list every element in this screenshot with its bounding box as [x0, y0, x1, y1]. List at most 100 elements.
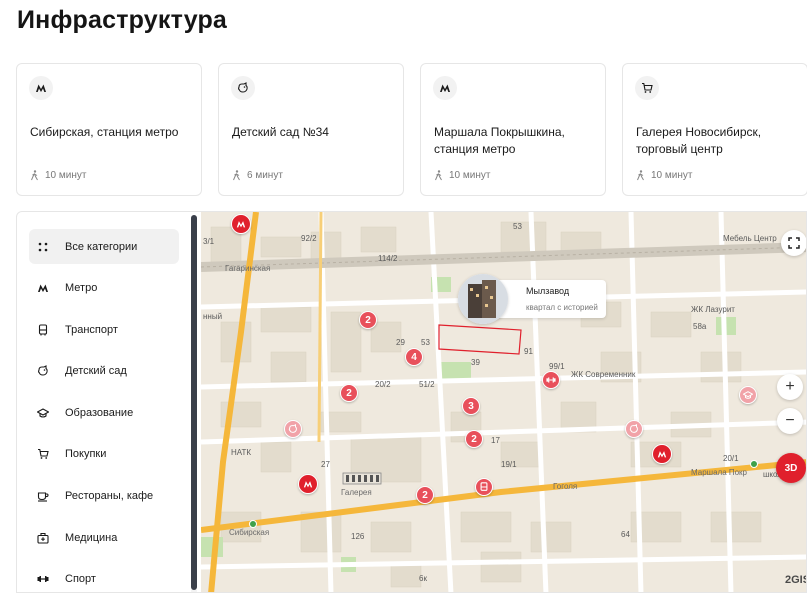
- category-kindergarten[interactable]: Детский сад: [29, 354, 179, 389]
- map-base: [201, 212, 806, 592]
- infra-card[interactable]: Галерея Новосибирск, торговый центр 10 м…: [622, 63, 807, 196]
- walking-icon: [233, 170, 240, 181]
- category-label: Рестораны, кафе: [65, 490, 154, 503]
- map-building-number: 6к: [419, 574, 427, 583]
- kindergarten-icon: [37, 365, 49, 377]
- map-label-zhk-sovremennik: ЖК Современник: [571, 370, 636, 379]
- metro-icon: [236, 221, 246, 228]
- infra-card[interactable]: Детский сад №34 6 минут: [218, 63, 404, 196]
- category-restaurants[interactable]: Рестораны, кафе: [29, 479, 179, 514]
- medical-bag-icon: [37, 532, 49, 544]
- map-label-mebel: Мебель Центр: [723, 234, 777, 243]
- zoom-in-button[interactable]: +: [777, 374, 803, 400]
- metro-pin-sibirskaya[interactable]: [298, 474, 318, 494]
- metro-icon: [657, 451, 667, 458]
- project-thumbnail: [458, 274, 508, 324]
- card-time-label: 6 минут: [247, 170, 283, 181]
- map-building-number: 17: [491, 436, 500, 445]
- card-time: 10 минут: [30, 170, 86, 181]
- infrastructure-cards: Сибирская, станция метро 10 минут Детски…: [16, 63, 807, 196]
- category-label: Образование: [65, 406, 134, 419]
- metro-station-dot: [249, 520, 257, 528]
- category-shopping[interactable]: Покупки: [29, 437, 179, 472]
- category-metro[interactable]: Метро: [29, 271, 179, 306]
- card-time-label: 10 минут: [449, 170, 491, 181]
- kindergarten-icon: [629, 424, 638, 433]
- shopping-cart-icon: [635, 76, 659, 100]
- bus-icon: [37, 324, 49, 336]
- map-building-number: 19/1: [501, 460, 517, 469]
- metro-pin-gagarinskaya[interactable]: [231, 214, 251, 234]
- category-label: Все категории: [65, 240, 138, 253]
- map-building-number: 92/2: [301, 234, 317, 243]
- map-building-number: 29: [396, 338, 405, 347]
- cluster-pin[interactable]: 2: [340, 384, 358, 402]
- cluster-pin[interactable]: 2: [465, 430, 483, 448]
- dumbbell-icon: [546, 377, 556, 383]
- dumbbell-icon: [37, 573, 49, 585]
- map-building-number: 64: [621, 530, 630, 539]
- card-time-label: 10 минут: [651, 170, 693, 181]
- map-building-number: 114/2: [378, 254, 398, 263]
- map-label-ennyi: нный: [203, 312, 223, 321]
- fullscreen-button[interactable]: [781, 230, 806, 256]
- kindergarten-pin[interactable]: [284, 420, 302, 438]
- graduation-cap-icon: [743, 391, 753, 399]
- category-label: Медицина: [65, 531, 118, 544]
- project-callout[interactable]: Мылзавод квартал с историей: [458, 274, 606, 324]
- scrollbar-thumb[interactable]: [191, 215, 197, 590]
- category-label: Транспорт: [65, 323, 118, 336]
- map-building-number: 53: [421, 338, 430, 347]
- kindergarten-icon: [231, 76, 255, 100]
- card-time: 6 минут: [232, 170, 283, 181]
- transport-pin[interactable]: [475, 478, 493, 496]
- 3d-view-button[interactable]: 3D: [776, 453, 806, 483]
- callout-title: Мылзавод: [526, 286, 570, 296]
- map-building-number: 27: [321, 460, 330, 469]
- cluster-pin[interactable]: 3: [462, 397, 480, 415]
- map-building-number: 3/1: [203, 237, 215, 246]
- card-time-label: 10 минут: [45, 170, 87, 181]
- category-transport[interactable]: Транспорт: [29, 312, 179, 347]
- map-label-zhk-lazurit: ЖК Лазурит: [691, 305, 735, 314]
- map-building-number: 20/2: [375, 380, 391, 389]
- coffee-cup-icon: [37, 490, 49, 502]
- category-label: Спорт: [65, 573, 96, 586]
- 2gis-logo: 2GIS: [785, 574, 806, 586]
- card-name: Галерея Новосибирск, торговый центр: [636, 125, 762, 156]
- infra-card[interactable]: Сибирская, станция метро 10 минут: [16, 63, 202, 196]
- map-label-gagarinskaya: Гагаринская: [225, 264, 271, 273]
- card-name: Детский сад №34: [232, 125, 329, 139]
- sport-pin[interactable]: [542, 371, 560, 389]
- category-medicine[interactable]: Медицина: [29, 520, 179, 555]
- metro-icon: [303, 481, 313, 488]
- card-time: 10 минут: [434, 170, 490, 181]
- education-pin[interactable]: [739, 386, 757, 404]
- kindergarten-icon: [288, 424, 297, 433]
- category-education[interactable]: Образование: [29, 395, 179, 430]
- category-all[interactable]: Все категории: [29, 229, 179, 264]
- map-label-natk: НАТК: [231, 448, 252, 457]
- card-time: 10 минут: [636, 170, 692, 181]
- infrastructure-map-panel: Все категории Метро Транспорт Детский са…: [16, 211, 807, 593]
- kindergarten-pin[interactable]: [625, 420, 643, 438]
- map-building-number: 39: [471, 358, 480, 367]
- cluster-pin[interactable]: 2: [359, 311, 377, 329]
- cluster-pin[interactable]: 4: [405, 348, 423, 366]
- cluster-pin[interactable]: 2: [416, 486, 434, 504]
- metro-icon: [29, 76, 53, 100]
- map-building-number: 20/1: [723, 454, 739, 463]
- infra-card[interactable]: Маршала Покрышкина, станция метро 10 мин…: [420, 63, 606, 196]
- map-label-galereya: Галерея: [341, 488, 372, 497]
- map-building-number: 99/1: [549, 362, 565, 371]
- map-building-number: 126: [351, 532, 365, 541]
- map-view[interactable]: 3/1 нный 92/2 114/2 53 29 53 20/2 51/2 3…: [201, 212, 806, 592]
- zoom-out-button[interactable]: −: [777, 408, 803, 434]
- category-sport[interactable]: Спорт: [29, 562, 179, 592]
- category-scrollbar[interactable]: [191, 215, 197, 592]
- map-building-number: 91: [524, 347, 533, 356]
- map-building-number: 58a: [693, 322, 707, 331]
- metro-pin-marshala[interactable]: [652, 444, 672, 464]
- walking-icon: [637, 170, 644, 181]
- metro-station-dot: [750, 460, 758, 468]
